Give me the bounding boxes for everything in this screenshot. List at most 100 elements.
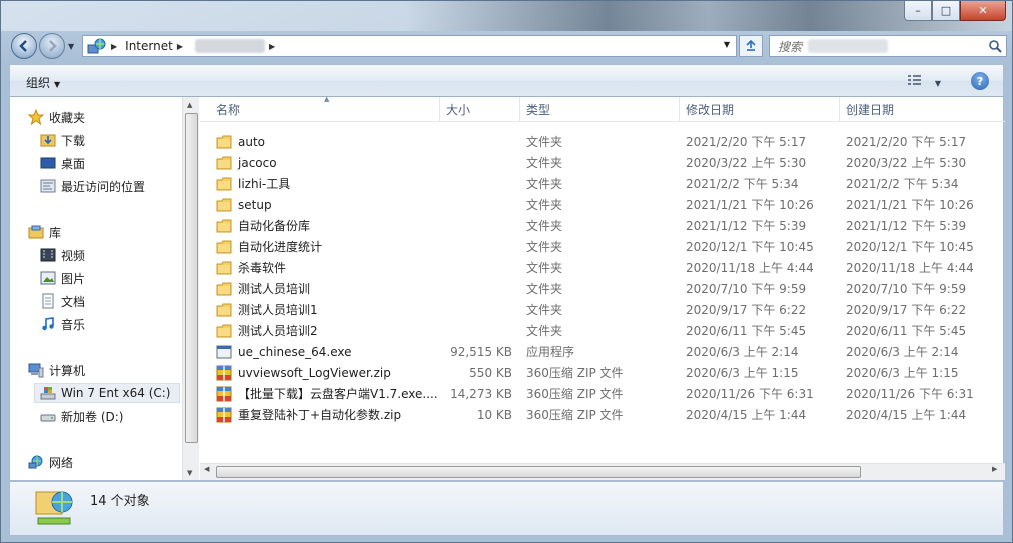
- address-dropdown-icon[interactable]: ▼: [724, 40, 730, 49]
- scroll-up-icon[interactable]: ▲: [187, 101, 192, 109]
- network-globe-icon: [87, 38, 106, 54]
- sidebar-item-desktop[interactable]: 桌面: [40, 153, 85, 173]
- horizontal-scrollbar[interactable]: ◀ ▶: [200, 463, 1005, 480]
- file-row[interactable]: ue_chinese_64.exe 92,515 KB 应用程序 2020/6/3 上…: [200, 341, 1005, 362]
- sidebar-item-music[interactable]: 音乐: [40, 314, 85, 334]
- file-name-cell[interactable]: 测试人员培训1: [216, 299, 446, 320]
- column-header-type[interactable]: 类型: [520, 97, 680, 122]
- file-row[interactable]: uvviewsoft_LogViewer.zip 550 KB 360压缩 ZIP …: [200, 362, 1005, 383]
- sidebar-item-computer[interactable]: 计算机: [28, 360, 85, 380]
- file-name-cell[interactable]: auto: [216, 131, 446, 152]
- file-row[interactable]: 【批量下载】云盘客户端V1.7.exe.... 14,273 KB 360压缩 ZI…: [200, 383, 1005, 404]
- sidebar-scroll-thumb[interactable]: [185, 113, 198, 443]
- address-bar[interactable]: ▶ Internet ▶ ▶ ▼: [82, 35, 737, 57]
- file-row[interactable]: 测试人员培训2 文件夹 2020/6/11 下午 5:45 2020/6/11 下午 …: [200, 320, 1005, 341]
- column-header-row: 名称 ▲ 大小 类型 修改日期 创建日期: [200, 95, 1005, 122]
- search-icon[interactable]: [988, 39, 1002, 53]
- library-icon: [28, 225, 44, 239]
- back-button[interactable]: [11, 33, 37, 59]
- file-name-cell[interactable]: lizhi-工具: [216, 173, 446, 194]
- sidebar-item-videos[interactable]: 视频: [40, 245, 85, 265]
- folder-icon: [216, 219, 232, 232]
- network-icon: [28, 455, 43, 469]
- sidebar-item-libraries[interactable]: 库: [28, 222, 61, 242]
- file-size-cell: [440, 257, 512, 278]
- column-header-modified[interactable]: 修改日期: [680, 97, 840, 122]
- title-bar[interactable]: [1, 1, 1012, 31]
- file-row[interactable]: lizhi-工具 文件夹 2021/2/2 下午 5:34 2021/2/2 下午 5…: [200, 173, 1005, 194]
- column-header-created[interactable]: 创建日期: [840, 97, 1005, 122]
- folder-icon: [216, 177, 232, 190]
- column-header-name[interactable]: 名称 ▲: [200, 95, 440, 122]
- zip-icon: [216, 407, 232, 422]
- sidebar-item-pictures[interactable]: 图片: [40, 268, 85, 288]
- file-type-cell: 文件夹: [526, 219, 563, 233]
- chevron-down-icon: ▼: [934, 79, 941, 88]
- file-row[interactable]: setup 文件夹 2021/1/21 下午 10:26 2021/1/21 下午 1…: [200, 194, 1005, 215]
- file-name-cell[interactable]: jacoco: [216, 152, 446, 173]
- close-button[interactable]: ✕: [960, 1, 1006, 21]
- view-list-icon: [908, 75, 922, 85]
- scroll-left-icon[interactable]: ◀: [204, 465, 209, 473]
- column-header-label: 修改日期: [686, 103, 735, 117]
- file-name-cell[interactable]: 测试人员培训2: [216, 320, 446, 341]
- file-type-cell: 360压缩 ZIP 文件: [526, 408, 624, 422]
- file-name: 重复登陆补丁+自动化参数.zip: [238, 408, 402, 422]
- navigation-row: ▼ ▶ Internet ▶ ▶ ▼ 搜索: [9, 33, 1007, 59]
- change-view-button[interactable]: ▼: [907, 74, 941, 89]
- file-created-cell: 2020/6/11 下午 5:45: [846, 324, 967, 338]
- file-created-cell: 2020/12/1 下午 10:45: [846, 240, 974, 254]
- file-row[interactable]: 自动化进度统计 文件夹 2020/12/1 下午 10:45 2020/12/1 下午…: [200, 236, 1005, 257]
- maximize-button[interactable]: □: [932, 1, 960, 21]
- scroll-right-icon[interactable]: ▶: [992, 465, 997, 473]
- sidebar-item-recent[interactable]: 最近访问的位置: [40, 176, 145, 196]
- sidebar-item-label: 视频: [61, 248, 86, 263]
- file-name-cell[interactable]: 重复登陆补丁+自动化参数.zip: [216, 404, 446, 425]
- file-row[interactable]: jacoco 文件夹 2020/3/22 上午 5:30 2020/3/22 上午 5…: [200, 152, 1005, 173]
- breadcrumb-redacted[interactable]: [194, 39, 265, 53]
- file-name-cell[interactable]: 杀毒软件: [216, 257, 446, 278]
- file-name-cell[interactable]: uvviewsoft_LogViewer.zip: [216, 362, 446, 383]
- file-name-cell[interactable]: 【批量下载】云盘客户端V1.7.exe....: [216, 383, 446, 404]
- file-size-cell: 10 KB: [476, 407, 512, 422]
- sidebar-item-favorites[interactable]: 收藏夹: [28, 107, 85, 127]
- file-name-cell[interactable]: 自动化备份库: [216, 215, 446, 236]
- breadcrumb-internet[interactable]: Internet: [125, 39, 173, 53]
- file-name-cell[interactable]: ue_chinese_64.exe: [216, 341, 446, 362]
- refresh-button[interactable]: [739, 35, 763, 57]
- sidebar-scrollbar[interactable]: ▲ ▼: [182, 97, 199, 480]
- zip-icon: [216, 386, 232, 401]
- file-name-cell[interactable]: 自动化进度统计: [216, 236, 446, 257]
- file-row[interactable]: 杀毒软件 文件夹 2020/11/18 上午 4:44 2020/11/18 上午 4…: [200, 257, 1005, 278]
- file-modified-cell: 2020/6/3 上午 2:14: [686, 345, 799, 359]
- file-name-cell[interactable]: 测试人员培训: [216, 278, 446, 299]
- horizontal-scroll-thumb[interactable]: [216, 466, 861, 478]
- scroll-down-icon[interactable]: ▼: [187, 469, 192, 477]
- file-row[interactable]: auto 文件夹 2021/2/20 下午 5:17 2021/2/20 下午 5:1…: [200, 131, 1005, 152]
- command-bar: 组织 ▼ ▼ ?: [9, 64, 1004, 97]
- sidebar-item-drive-c[interactable]: Win 7 Ent x64 (C:): [34, 383, 180, 403]
- recent-pages-dropdown[interactable]: ▼: [68, 42, 74, 51]
- help-button[interactable]: ?: [971, 72, 989, 90]
- file-row[interactable]: 自动化备份库 文件夹 2021/1/12 下午 5:39 2021/1/12 下午 5…: [200, 215, 1005, 236]
- arrow-right-icon: [49, 40, 57, 52]
- folder-icon: [216, 261, 232, 274]
- sort-ascending-icon: ▲: [324, 95, 330, 103]
- forward-button[interactable]: [39, 33, 65, 59]
- sidebar-item-documents[interactable]: 文档: [40, 291, 85, 311]
- file-name: 杀毒软件: [238, 261, 287, 275]
- desktop-icon: [40, 157, 56, 169]
- file-row[interactable]: 测试人员培训1 文件夹 2020/9/17 下午 6:22 2020/9/17 下午 …: [200, 299, 1005, 320]
- file-modified-cell: 2020/11/26 下午 6:31: [686, 387, 814, 401]
- file-name-cell[interactable]: setup: [216, 194, 446, 215]
- file-row[interactable]: 测试人员培训 文件夹 2020/7/10 下午 9:59 2020/7/10 下午 9…: [200, 278, 1005, 299]
- sidebar-item-network[interactable]: 网络: [28, 452, 73, 472]
- file-row[interactable]: 重复登陆补丁+自动化参数.zip 10 KB 360压缩 ZIP 文件 2020/4/…: [200, 404, 1005, 425]
- organize-button[interactable]: 组织 ▼: [26, 74, 60, 91]
- column-header-size[interactable]: 大小: [440, 97, 520, 122]
- search-box[interactable]: 搜索: [769, 35, 1007, 57]
- music-note-icon: [42, 317, 54, 331]
- sidebar-item-downloads[interactable]: 下载: [40, 130, 85, 150]
- sidebar-item-drive-d[interactable]: 新加卷 (D:): [40, 406, 123, 426]
- minimize-button[interactable]: –: [904, 1, 932, 21]
